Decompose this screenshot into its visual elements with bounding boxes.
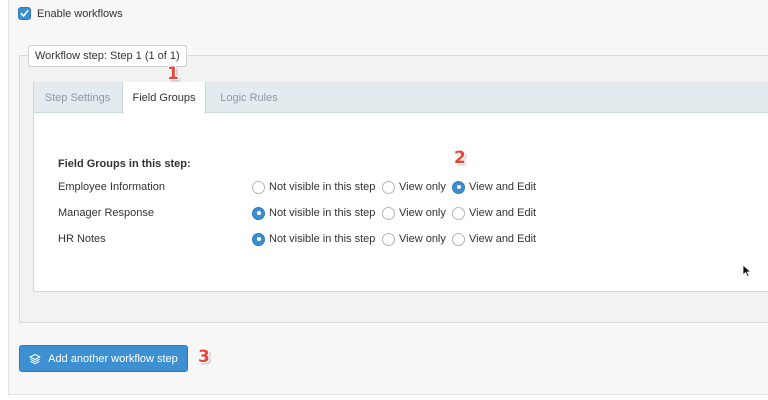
radio-view-only[interactable]: View only: [382, 232, 446, 246]
radio-view-and-edit[interactable]: View and Edit: [452, 180, 537, 194]
field-group-name: Manager Response: [58, 207, 155, 219]
enable-workflows-checkbox[interactable]: [18, 7, 31, 20]
radio-circle[interactable]: [252, 180, 265, 194]
radio-label: View only: [399, 181, 446, 193]
radio-circle[interactable]: [452, 232, 465, 246]
radio-label: View only: [399, 207, 446, 219]
radio-circle[interactable]: [382, 206, 395, 220]
radio-view-only[interactable]: View only: [382, 206, 446, 220]
field-group-name: HR Notes: [58, 233, 106, 245]
layers-icon: [29, 353, 41, 364]
annotation-marker-2: 2: [454, 148, 466, 168]
radio-not-visible[interactable]: Not visible in this step: [252, 180, 376, 194]
enable-workflows-row[interactable]: Enable workflows: [18, 7, 123, 20]
radio-circle[interactable]: [382, 180, 395, 194]
field-group-name: Employee Information: [58, 181, 165, 193]
radio-label: View and Edit: [469, 233, 537, 245]
radio-circle[interactable]: [382, 232, 395, 246]
radio-label: View and Edit: [469, 181, 537, 193]
radio-view-and-edit[interactable]: View and Edit: [452, 232, 537, 246]
add-workflow-step-label: Add another workflow step: [48, 352, 178, 365]
tab-step-settings[interactable]: Step Settings: [34, 82, 121, 113]
radio-view-and-edit[interactable]: View and Edit: [452, 206, 537, 220]
radio-label: View and Edit: [469, 207, 537, 219]
radio-not-visible[interactable]: Not visible in this step: [252, 206, 376, 220]
field-groups-title: Field Groups in this step:: [58, 158, 191, 170]
radio-circle[interactable]: [452, 180, 465, 194]
radio-label: Not visible in this step: [269, 233, 376, 245]
annotation-marker-3: 3: [198, 347, 210, 367]
radio-label: Not visible in this step: [269, 181, 376, 193]
tab-field-groups[interactable]: Field Groups: [122, 82, 206, 114]
workflow-step-legend: Workflow step: Step 1 (1 of 1): [28, 45, 187, 67]
radio-circle[interactable]: [252, 232, 265, 246]
add-workflow-step-button[interactable]: Add another workflow step: [19, 345, 188, 372]
enable-workflows-label: Enable workflows: [37, 7, 123, 20]
tab-bar: Step Settings Field Groups Logic Rules: [34, 82, 768, 114]
tab-logic-rules[interactable]: Logic Rules: [209, 82, 289, 113]
radio-view-only[interactable]: View only: [382, 180, 446, 194]
radio-circle[interactable]: [252, 206, 265, 220]
radio-label: Not visible in this step: [269, 207, 376, 219]
annotation-marker-1: 1: [167, 64, 179, 84]
mouse-pointer-icon: [742, 264, 752, 278]
radio-not-visible[interactable]: Not visible in this step: [252, 232, 376, 246]
workflow-step-tab-panel: Step Settings Field Groups Logic Rules F…: [33, 82, 768, 292]
checkmark-icon: [20, 10, 29, 17]
radio-label: View only: [399, 233, 446, 245]
radio-circle[interactable]: [452, 206, 465, 220]
